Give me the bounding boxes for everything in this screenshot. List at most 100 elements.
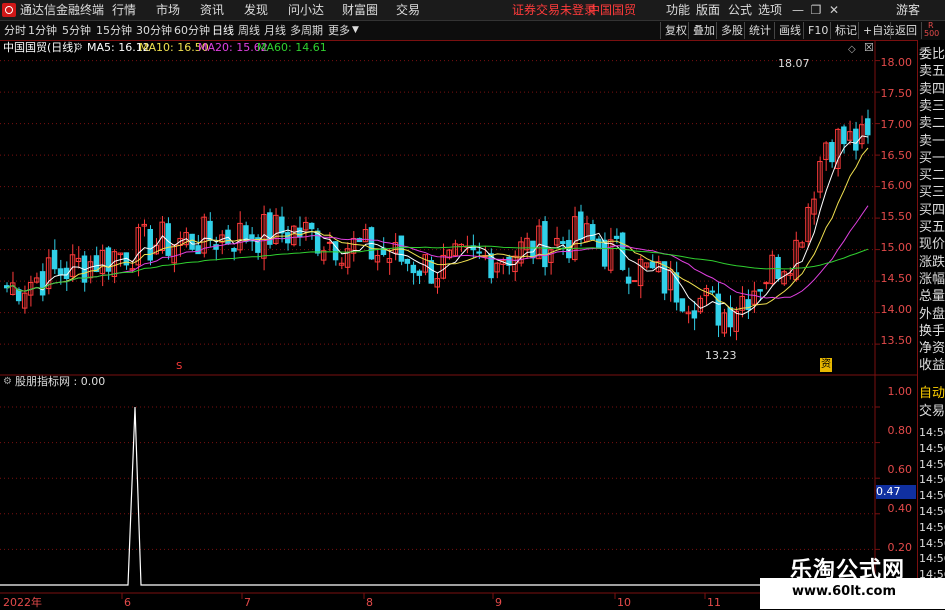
tab-15min[interactable]: 15分钟 bbox=[96, 21, 132, 40]
tab-monthly[interactable]: 月线 bbox=[264, 21, 286, 40]
candle-body bbox=[231, 248, 237, 252]
candle-body bbox=[39, 271, 46, 296]
candle-body bbox=[625, 276, 632, 284]
price-tick: 13.50 bbox=[880, 334, 913, 347]
indicator-current-value: 0.47 bbox=[876, 485, 916, 499]
x-tick: 7 bbox=[244, 596, 251, 609]
auto-trade-label[interactable]: 自动 bbox=[919, 385, 945, 403]
candle-body bbox=[589, 224, 596, 240]
quote-field-label: 卖二 bbox=[919, 116, 945, 132]
candle-body bbox=[207, 220, 213, 241]
indicator-tick: 0.60 bbox=[887, 463, 913, 476]
quote-field-label: 现价 bbox=[919, 237, 945, 253]
tab-more[interactable]: 更多 bbox=[328, 21, 350, 40]
menu-item-faxian[interactable]: 发现 bbox=[244, 0, 268, 20]
back-button[interactable]: 返回 bbox=[890, 22, 922, 39]
tab-daily[interactable]: 日线 bbox=[212, 21, 234, 40]
quote-field-label: 卖一 bbox=[919, 133, 945, 149]
menu-item-gongshi[interactable]: 公式 bbox=[728, 0, 752, 20]
indicator-tick: 0.40 bbox=[887, 502, 913, 515]
diejia-button[interactable]: 叠加 bbox=[688, 22, 719, 39]
f10-button[interactable]: F10 bbox=[803, 22, 832, 39]
candle-body bbox=[279, 216, 285, 234]
zi-badge: 资 bbox=[820, 358, 832, 372]
quote-field-label: 收益 bbox=[919, 358, 945, 374]
candle-body bbox=[542, 221, 548, 268]
candle-body bbox=[865, 118, 871, 136]
chart-grid bbox=[0, 40, 917, 609]
menu-item-gongneng[interactable]: 功能 bbox=[666, 0, 690, 20]
candle-body bbox=[15, 289, 22, 302]
user-label[interactable]: 游客 bbox=[896, 0, 920, 20]
settings-gear-icon[interactable]: ⚙ bbox=[74, 41, 83, 55]
candlestick-series bbox=[4, 109, 871, 341]
quote-field-label: 买二 bbox=[919, 168, 945, 184]
candle-body bbox=[763, 282, 769, 285]
tongji-button[interactable]: 统计 bbox=[744, 22, 775, 39]
quote-field-label: 净资 bbox=[919, 341, 945, 357]
watermark-title: 乐淘公式网 bbox=[790, 558, 906, 583]
top-menu-bar: 通达信金融终端 行情 市场 资讯 发现 问小达 财富圈 交易 证券交易未登录 中… bbox=[0, 0, 945, 21]
quote-field-label: 委比 bbox=[919, 47, 945, 62]
tab-multi-period[interactable]: 多周期 bbox=[290, 21, 323, 40]
candle-body bbox=[595, 238, 602, 249]
menu-item-zixun[interactable]: 资讯 bbox=[200, 0, 224, 20]
app-title: 通达信金融终端 bbox=[20, 3, 105, 17]
price-tick: 17.50 bbox=[880, 87, 913, 100]
menu-item-xuanxiang[interactable]: 选项 bbox=[758, 0, 782, 20]
menu-item-caifuquan[interactable]: 财富圈 bbox=[342, 0, 378, 20]
login-status[interactable]: 证券交易未登录 bbox=[512, 0, 596, 20]
minimize-icon[interactable]: — bbox=[790, 0, 806, 20]
huaxian-button[interactable]: 画线 bbox=[774, 22, 805, 39]
quote-field-label: 涨幅 bbox=[919, 271, 945, 287]
biaoji-button[interactable]: 标记 bbox=[830, 22, 861, 39]
menu-item-banmian[interactable]: 版面 bbox=[696, 0, 720, 20]
menu-item-hangqing[interactable]: 行情 bbox=[112, 0, 136, 20]
candle-body bbox=[57, 268, 64, 276]
price-tick: 14.50 bbox=[880, 272, 913, 285]
candle-body bbox=[679, 298, 686, 312]
close-icon[interactable]: ✕ bbox=[826, 0, 842, 20]
quote-field-label: 卖五 bbox=[919, 64, 945, 80]
menu-item-shichang[interactable]: 市场 bbox=[156, 0, 180, 20]
candle-body bbox=[410, 264, 417, 274]
tab-1min[interactable]: 1分钟 bbox=[28, 21, 57, 40]
low-price-annotation: 13.23 bbox=[705, 349, 737, 362]
kline-chart-area[interactable] bbox=[0, 40, 917, 609]
sell-marker: S bbox=[176, 361, 183, 372]
tab-30min[interactable]: 30分钟 bbox=[136, 21, 172, 40]
menu-item-wenxiaoda[interactable]: 问小达 bbox=[288, 0, 324, 20]
panel-close-icon[interactable]: ☒ bbox=[864, 41, 874, 55]
candle-body bbox=[829, 142, 835, 163]
tab-fenshi[interactable]: 分时 bbox=[4, 21, 26, 40]
candle-body bbox=[709, 290, 716, 293]
trade-label[interactable]: 交易 bbox=[919, 403, 945, 421]
diamond-icon[interactable]: ◇ bbox=[848, 43, 856, 57]
price-tick: 16.00 bbox=[880, 179, 913, 192]
candle-body bbox=[691, 310, 698, 319]
candle-body bbox=[189, 233, 195, 250]
candle-body bbox=[560, 241, 566, 245]
quote-field-label: 总量 bbox=[919, 289, 945, 305]
restore-icon[interactable]: ❐ bbox=[808, 0, 824, 20]
menu-item-jiaoyi[interactable]: 交易 bbox=[396, 0, 420, 20]
quote-field-label: 卖四 bbox=[919, 81, 945, 97]
x-tick: 10 bbox=[617, 596, 631, 609]
indicator-settings-icon[interactable]: ⚙ bbox=[3, 375, 12, 389]
tab-weekly[interactable]: 周线 bbox=[238, 21, 260, 40]
watermark-banner: 乐淘公式网 www.60lt.com bbox=[760, 558, 945, 609]
candle-body bbox=[308, 222, 315, 230]
fuquan-button[interactable]: 复权 bbox=[660, 22, 691, 39]
tab-5min[interactable]: 5分钟 bbox=[62, 21, 91, 40]
high-price-annotation: 18.07 bbox=[778, 57, 810, 70]
price-tick: 15.50 bbox=[880, 210, 913, 223]
duogu-button[interactable]: 多股 bbox=[716, 22, 747, 39]
price-tick: 17.00 bbox=[880, 118, 913, 131]
candle-body bbox=[853, 128, 859, 151]
price-tick: 18.00 bbox=[880, 56, 913, 69]
indicator-line bbox=[0, 406, 875, 586]
more-chevron-icon[interactable]: ▼ bbox=[352, 21, 359, 40]
candle-body bbox=[428, 260, 435, 284]
tab-60min[interactable]: 60分钟 bbox=[174, 21, 210, 40]
candle-body bbox=[195, 245, 201, 255]
